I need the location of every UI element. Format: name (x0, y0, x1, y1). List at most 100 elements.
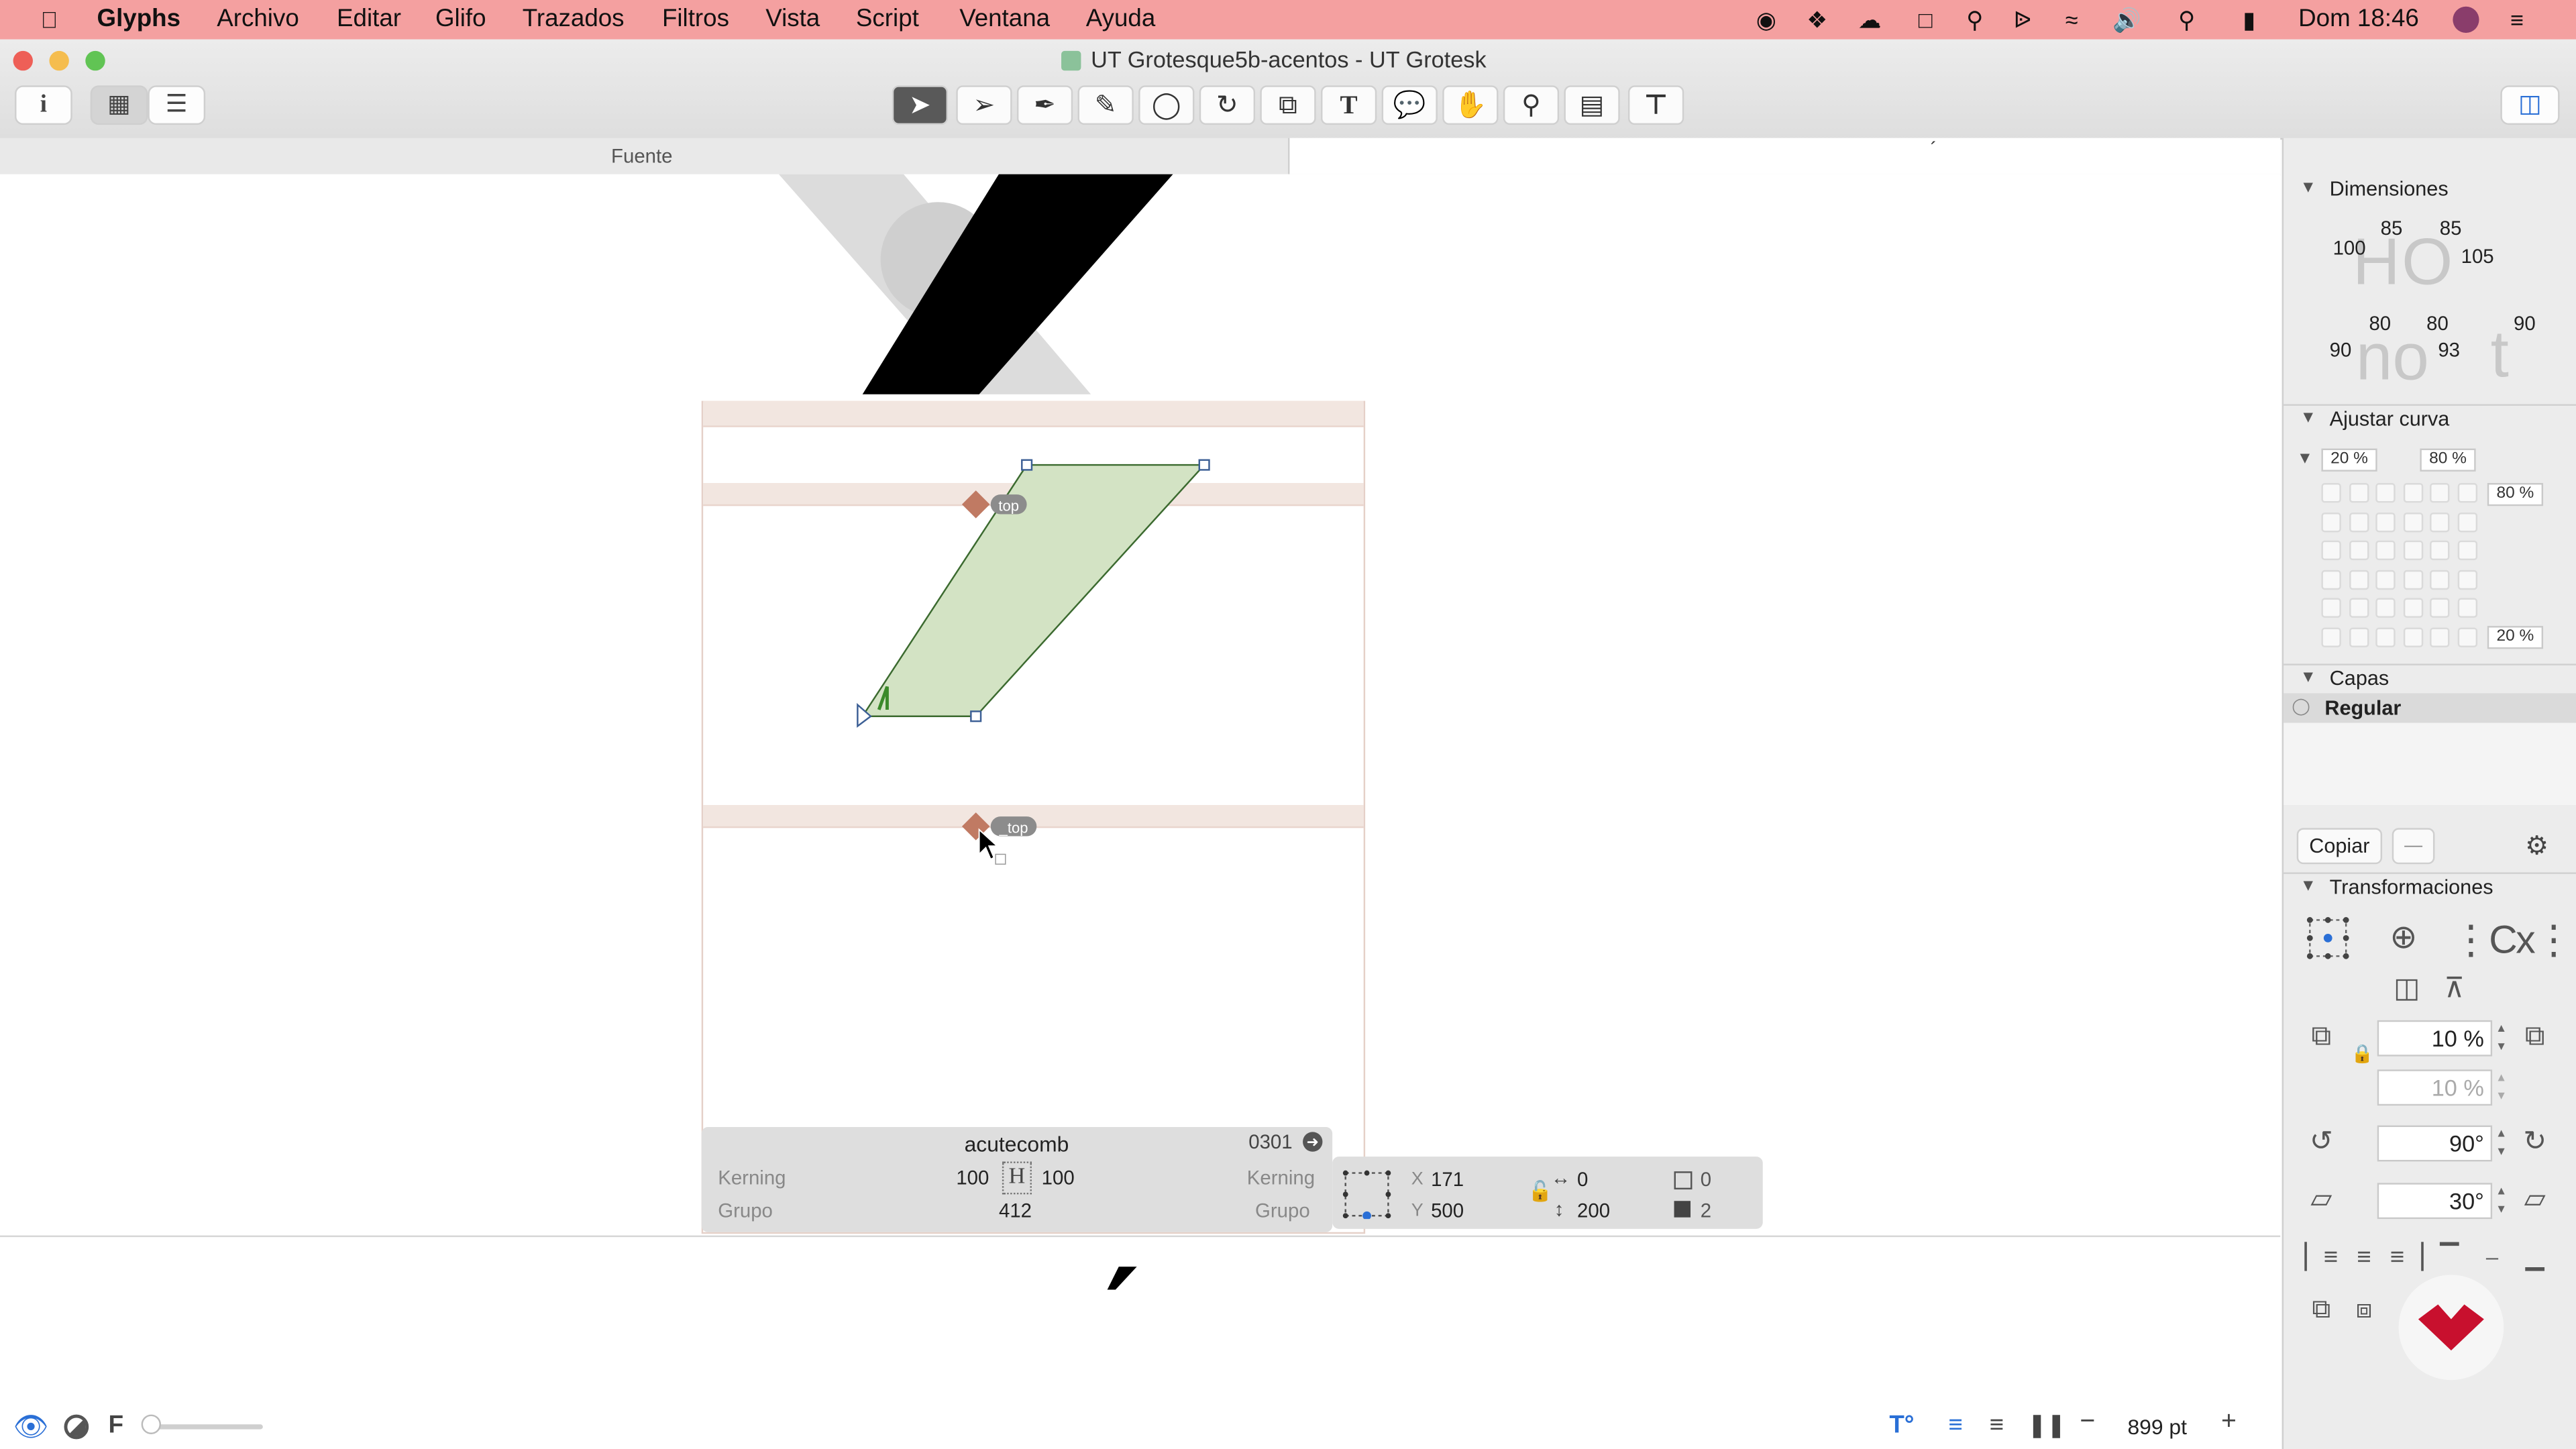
subtract-paths-icon[interactable]: ⧈ (2346, 1293, 2382, 1329)
menubar-clock[interactable]: Dom 18:46 (2298, 5, 2419, 33)
curve-bottom-percent[interactable]: 20 % (2487, 626, 2544, 649)
remove-layer-button[interactable]: — (2392, 828, 2435, 865)
menu-ventana[interactable]: Ventana (959, 5, 1050, 33)
layers-settings-gear-icon[interactable]: ⚙ (2525, 830, 2548, 863)
disclosure-triangle-icon[interactable]: ▼ (2300, 179, 2316, 197)
curve-preset-cell[interactable] (2457, 511, 2477, 532)
curve-preset-cell[interactable] (2375, 569, 2396, 589)
menu-trazados[interactable]: Trazados (523, 5, 625, 33)
align-bottom-edge-icon[interactable]: ▁ (2517, 1240, 2553, 1277)
menu-filtros[interactable]: Filtros (662, 5, 729, 33)
curve-preset-cell[interactable] (2348, 511, 2369, 532)
preview-font-label[interactable]: F (109, 1411, 123, 1440)
curve-preset-cell[interactable] (2348, 540, 2369, 561)
dim-n-stem[interactable]: 90 (2330, 338, 2352, 361)
scale-up-icon[interactable]: ⧉ (2517, 1018, 2553, 1055)
bluetooth-icon[interactable]: ᐉ (2009, 7, 2035, 33)
menu-script[interactable]: Script (856, 5, 919, 33)
scale-tool-button[interactable]: ⧉ (1260, 85, 1316, 125)
curve-disclosure-icon[interactable]: ▼ (2297, 450, 2313, 468)
apple-menu-icon[interactable]:  (36, 7, 62, 33)
selection-width[interactable]: 0 (1577, 1168, 1588, 1191)
curve-preset-cell[interactable] (2430, 627, 2450, 647)
section-layers-header[interactable]: ▼ Capas (2284, 663, 2576, 696)
align-top-edge-icon[interactable]: ▔ (2432, 1240, 2468, 1277)
slant-field[interactable]: 30° (2377, 1183, 2493, 1220)
curve-preset-cell[interactable] (2402, 540, 2423, 561)
text-effects-tool-button[interactable]: ⊤ (1627, 85, 1684, 125)
curve-preset-cell[interactable] (2375, 598, 2396, 618)
zoom-out-button[interactable]: − (2080, 1408, 2095, 1438)
curve-preset-cell[interactable] (2375, 511, 2396, 532)
search-icon[interactable]: ⚲ (2174, 7, 2200, 33)
edit-canvas[interactable]: top _top acutecomb 0301 ➜ Kerning 100 H … (0, 174, 2281, 1236)
lock-icon[interactable]: ⚲ (1962, 7, 1988, 33)
origin-selector-icon[interactable] (1342, 1170, 1391, 1220)
curve-preset-cell[interactable] (2457, 627, 2477, 647)
dropbox-icon[interactable]: ❖ (1804, 7, 1830, 33)
dim-o-small[interactable]: 93 (2438, 338, 2460, 361)
curve-preset-cell[interactable] (2321, 540, 2341, 561)
select-tool-button[interactable]: ➤ (892, 85, 949, 125)
disclosure-triangle-icon[interactable]: ▼ (2300, 669, 2316, 687)
curve-preset-cell[interactable] (2375, 627, 2396, 647)
curve-preset-cell[interactable] (2430, 483, 2450, 503)
curve-preset-cell[interactable] (2402, 627, 2423, 647)
menu-app-glyphs[interactable]: Glyphs (97, 5, 180, 33)
text-direction-icon[interactable]: T° (1889, 1411, 1914, 1440)
curve-right-percent[interactable]: 80 % (2420, 448, 2476, 472)
disclosure-triangle-icon[interactable]: ▼ (2300, 877, 2316, 896)
curve-preset-cell[interactable] (2430, 569, 2450, 589)
menu-archivo[interactable]: Archivo (217, 5, 299, 33)
align-right-icon[interactable]: ≡ (1990, 1411, 2004, 1440)
node-bottom-right[interactable] (970, 710, 982, 722)
curve-preset-cell[interactable] (2348, 598, 2369, 618)
preview-invert-icon[interactable] (64, 1414, 89, 1440)
copy-layer-button[interactable]: Copiar (2296, 828, 2383, 865)
slant-right-icon[interactable]: ▱ (2517, 1181, 2553, 1218)
draw-tool-button[interactable]: ✒ (1016, 85, 1073, 125)
selection-height[interactable]: 200 (1577, 1199, 1610, 1222)
layer-row-regular[interactable]: ◯ Regular (2284, 693, 2576, 723)
scale-x-stepper[interactable]: ▲ ▼ (2494, 1020, 2509, 1057)
align-v-center-icon[interactable]: ⎯ (2474, 1240, 2510, 1277)
scale-lock-icon[interactable]: 🔒 (2351, 1043, 2374, 1065)
align-h-center-icon[interactable]: ≡ (2346, 1240, 2382, 1277)
menu-glifo[interactable]: Glifo (435, 5, 486, 33)
list-view-button[interactable]: ☰ (148, 85, 206, 125)
glyph-name[interactable]: acutecomb (965, 1132, 1069, 1157)
curve-preset-cell[interactable] (2348, 627, 2369, 647)
right-sidebearing[interactable]: 100 (1042, 1167, 1075, 1189)
metrics-link-icon[interactable]: H (1002, 1161, 1032, 1195)
dim-n-top-b[interactable]: 80 (2426, 312, 2449, 335)
section-transform-header[interactable]: ▼ Transformaciones (2284, 872, 2576, 905)
layer-visibility-icon[interactable]: ◯ (2292, 698, 2311, 716)
volume-icon[interactable]: 🔊 (2112, 7, 2141, 33)
preview-eye-icon[interactable]: 👁 (13, 1411, 49, 1444)
pencil-tool-button[interactable]: ✎ (1077, 85, 1134, 125)
curve-preset-cell[interactable] (2430, 511, 2450, 532)
text-tool-button[interactable]: T (1320, 85, 1377, 125)
wifi-icon[interactable]: ≈ (2059, 7, 2085, 33)
curve-preset-cell[interactable] (2348, 569, 2369, 589)
slant-stepper[interactable]: ▲ ▼ (2494, 1183, 2509, 1219)
curve-preset-cell[interactable] (2321, 598, 2341, 618)
preview-size-slider-handle[interactable] (141, 1414, 162, 1434)
rotate-field[interactable]: 90° (2377, 1125, 2493, 1162)
curve-top-percent[interactable]: 80 % (2487, 483, 2544, 506)
curve-preset-cell[interactable] (2321, 627, 2341, 647)
rotate-cw-icon[interactable]: ↻ (2517, 1124, 2553, 1160)
curve-preset-cell[interactable] (2430, 598, 2450, 618)
primitives-tool-button[interactable]: ◯ (1138, 85, 1195, 125)
notes-icon[interactable]: □ (1913, 7, 1939, 33)
transform-origin-cx-icon[interactable]: ⋮Cx⋮ (2451, 917, 2573, 965)
scale-y-field[interactable]: 10 % (2377, 1069, 2493, 1106)
dim-t-stem[interactable]: 90 (2514, 312, 2536, 335)
curve-preset-cell[interactable] (2457, 540, 2477, 561)
zoom-window-button[interactable] (85, 50, 105, 71)
preview-area[interactable]: 👁 F T° ≡ ≡ ❚❚ − 899 pt + (0, 1235, 2281, 1449)
zoom-in-button[interactable]: + (2221, 1408, 2237, 1438)
hand-tool-button[interactable]: ✋ (1442, 85, 1499, 125)
selection-y[interactable]: 500 (1431, 1199, 1464, 1222)
dim-h-top-b[interactable]: 85 (2440, 217, 2462, 239)
